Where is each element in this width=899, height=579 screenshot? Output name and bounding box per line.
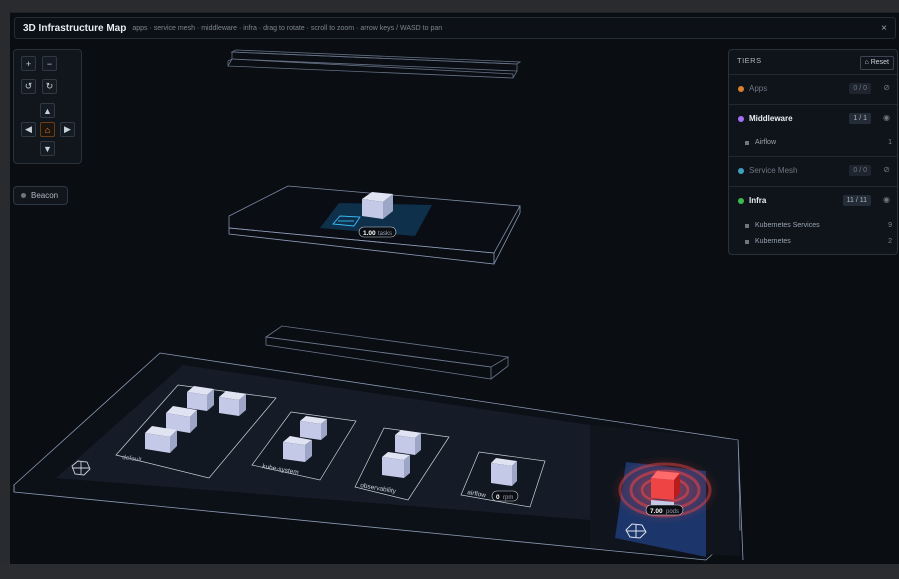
subitem-count: 2 bbox=[888, 238, 892, 245]
tier-row-apps[interactable]: Apps 0 / 0 ⊘ bbox=[729, 74, 897, 103]
visibility-off-icon[interactable]: ⊘ bbox=[883, 165, 890, 174]
page-title: 3D Infrastructure Map bbox=[23, 22, 127, 34]
subitem-bullet-icon bbox=[745, 224, 749, 228]
tier-row-service-mesh[interactable]: Service Mesh 0 / 0 ⊘ bbox=[729, 156, 897, 185]
subitem-name: Airflow bbox=[755, 139, 777, 146]
subitem-bullet-icon bbox=[745, 240, 749, 244]
node-cube[interactable] bbox=[145, 426, 177, 453]
subitem-count: 9 bbox=[888, 222, 892, 229]
tier-color-dot bbox=[738, 116, 744, 122]
pan-right-button[interactable]: ▶ bbox=[60, 122, 75, 137]
rotate-left-button[interactable]: ↺ bbox=[21, 79, 36, 94]
close-icon[interactable]: × bbox=[881, 23, 887, 34]
camera-controls: + − ↺ ↻ ▲ ◀ ⌂ ▶ ▼ bbox=[13, 49, 82, 164]
tier-row-infra[interactable]: Infra 11 / 11 ◉ bbox=[729, 186, 897, 215]
tier-count-badge: 11 / 11 bbox=[842, 195, 871, 206]
tiers-heading: TIERS bbox=[737, 56, 762, 65]
subitem-name: Kubernetes bbox=[755, 238, 791, 245]
pan-up-button[interactable]: ▲ bbox=[40, 103, 55, 118]
airflow-badge-value: 0 bbox=[496, 494, 500, 501]
zoom-out-button[interactable]: − bbox=[42, 56, 57, 71]
tiers-panel: TIERS ⌂ Reset Apps 0 / 0 ⊘ Middleware 1 … bbox=[728, 49, 898, 255]
cluster-metric-badge: 7.00 pods bbox=[645, 504, 684, 516]
tier-count-badge: 1 / 1 bbox=[849, 113, 871, 124]
tier-name: Infra bbox=[749, 196, 767, 205]
page-subtitle: apps · service mesh · middleware · infra… bbox=[132, 24, 443, 32]
tier-color-dot bbox=[738, 168, 744, 174]
cluster-badge-value: 7.00 bbox=[650, 508, 663, 515]
node-cube[interactable] bbox=[395, 430, 421, 455]
tier-color-dot bbox=[738, 86, 744, 92]
tier-row-middleware[interactable]: Middleware 1 / 1 ◉ bbox=[729, 104, 897, 133]
beacon-button[interactable]: Beacon bbox=[13, 186, 68, 205]
middleware-badge-value: 1.00 bbox=[363, 230, 376, 237]
pan-down-button[interactable]: ▼ bbox=[40, 141, 55, 156]
tier-subitem-airflow[interactable]: Airflow 1 bbox=[729, 135, 897, 151]
tier-count-badge: 0 / 0 bbox=[849, 165, 871, 176]
eye-icon[interactable]: ◉ bbox=[883, 113, 890, 122]
node-cube[interactable] bbox=[283, 436, 312, 462]
node-cube[interactable] bbox=[166, 406, 197, 433]
visibility-off-icon[interactable]: ⊘ bbox=[883, 83, 890, 92]
tier-subitem-kubernetes-services[interactable]: Kubernetes Services 9 bbox=[729, 218, 897, 234]
zoom-in-button[interactable]: + bbox=[21, 56, 36, 71]
subitem-count: 1 bbox=[888, 139, 892, 146]
node-cube[interactable] bbox=[491, 458, 517, 486]
pan-left-button[interactable]: ◀ bbox=[21, 122, 36, 137]
apps-tier-plane bbox=[227, 49, 522, 79]
node-cube[interactable] bbox=[382, 452, 410, 478]
node-cube[interactable] bbox=[187, 386, 214, 411]
rotate-right-button[interactable]: ↻ bbox=[42, 79, 57, 94]
subitem-bullet-icon bbox=[745, 141, 749, 145]
home-button[interactable]: ⌂ bbox=[40, 122, 55, 137]
middleware-badge-unit: tasks bbox=[378, 231, 392, 237]
node-cube[interactable] bbox=[300, 416, 327, 440]
airflow-metric-badge: 0 rpm bbox=[491, 490, 519, 502]
tier-name: Middleware bbox=[749, 114, 793, 123]
beacon-dot-icon bbox=[21, 193, 26, 198]
middleware-metric-badge: 1.00 tasks bbox=[358, 226, 397, 238]
tier-color-dot bbox=[738, 198, 744, 204]
eye-icon[interactable]: ◉ bbox=[883, 195, 890, 204]
beacon-label: Beacon bbox=[31, 191, 59, 200]
tier-count-badge: 0 / 0 bbox=[849, 83, 871, 94]
cluster-badge-unit: pods bbox=[666, 509, 679, 515]
reset-button[interactable]: ⌂ Reset bbox=[859, 56, 894, 70]
service-mesh-tier-plane bbox=[264, 325, 510, 380]
subitem-name: Kubernetes Services bbox=[755, 222, 820, 229]
node-cube[interactable] bbox=[219, 391, 246, 416]
tier-subitem-kubernetes[interactable]: Kubernetes 2 bbox=[729, 234, 897, 250]
title-bar: 3D Infrastructure Map apps · service mes… bbox=[14, 17, 896, 39]
airflow-badge-unit: rpm bbox=[503, 495, 513, 501]
tier-name: Service Mesh bbox=[749, 166, 798, 175]
tier-name: Apps bbox=[749, 84, 768, 93]
